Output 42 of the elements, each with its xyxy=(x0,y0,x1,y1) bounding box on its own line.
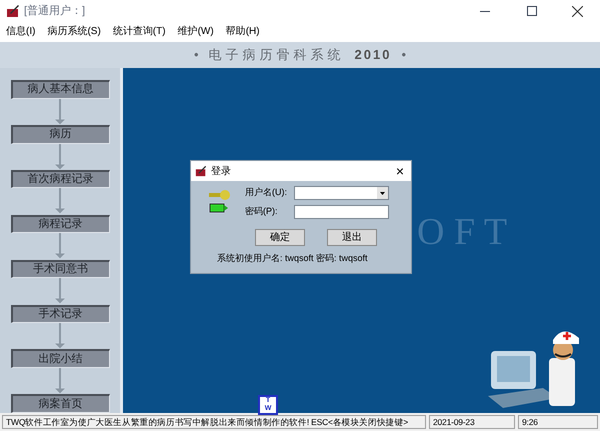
status-bar-panel: TWQ软件工作室为使广大医生从繁重的病历书写中解脱出来而倾情制作的软件! ESC<各模块关闭快捷键> xyxy=(2,415,426,429)
menu-item[interactable]: 统计查询(T) xyxy=(112,24,166,38)
status-bar-panel: 2021-09-23 xyxy=(429,415,515,429)
field-label: 用户名(U): xyxy=(245,186,288,200)
status-bar-panel: 9:26 xyxy=(518,415,598,429)
flow-step-button[interactable]: 出院小结 xyxy=(10,349,110,368)
field-label: 密码(P): xyxy=(245,205,278,218)
menu-item[interactable]: 帮助(H) xyxy=(226,24,260,38)
banner-title: 电子病历骨科系统 xyxy=(208,46,345,64)
dialog-button[interactable]: 确定 xyxy=(255,229,305,246)
app-icon xyxy=(195,165,207,177)
flow-step-button[interactable]: 首次病程记录 xyxy=(10,170,110,188)
banner-year: 2010 xyxy=(354,46,392,64)
menu-item[interactable]: 信息(I) xyxy=(6,24,36,38)
close-button[interactable]: × xyxy=(396,164,404,178)
arrow-icon xyxy=(55,278,65,305)
dialog-button[interactable]: 退出 xyxy=(327,229,377,246)
arrow-icon xyxy=(55,323,65,350)
arrow-icon xyxy=(55,98,65,125)
password-field[interactable] xyxy=(294,205,389,219)
maximize-icon[interactable] xyxy=(527,6,537,16)
arrow-icon xyxy=(55,233,65,260)
minimize-icon[interactable] xyxy=(480,10,490,12)
flow-step-button[interactable]: 手术记录 xyxy=(10,304,110,324)
arrow-icon xyxy=(55,188,65,215)
close-icon[interactable] xyxy=(572,6,583,16)
flow-step-button[interactable]: 病程记录 xyxy=(10,214,110,234)
menu-item[interactable]: 病历系统(S) xyxy=(47,24,101,38)
flow-step-button[interactable]: 病人基本信息 xyxy=(10,80,110,99)
arrow-icon xyxy=(55,368,65,394)
username-dropdown[interactable] xyxy=(294,186,389,200)
window-title: [普通用户：] xyxy=(24,4,86,19)
arrow-icon xyxy=(55,144,65,170)
dialog-title: 登录 xyxy=(211,164,231,178)
menu-item[interactable]: 维护(W) xyxy=(178,24,214,38)
bullet: • xyxy=(194,46,199,64)
bullet: • xyxy=(401,46,406,64)
app-icon xyxy=(6,4,20,18)
login-hint: 系统初使用户名: twqsoft 密码: twqsoft xyxy=(217,252,369,265)
flow-step-button[interactable]: 病历 xyxy=(10,124,110,144)
flow-step-button[interactable]: 手术同意书 xyxy=(10,260,110,278)
flow-step-button[interactable]: 病案首页 xyxy=(10,394,110,413)
